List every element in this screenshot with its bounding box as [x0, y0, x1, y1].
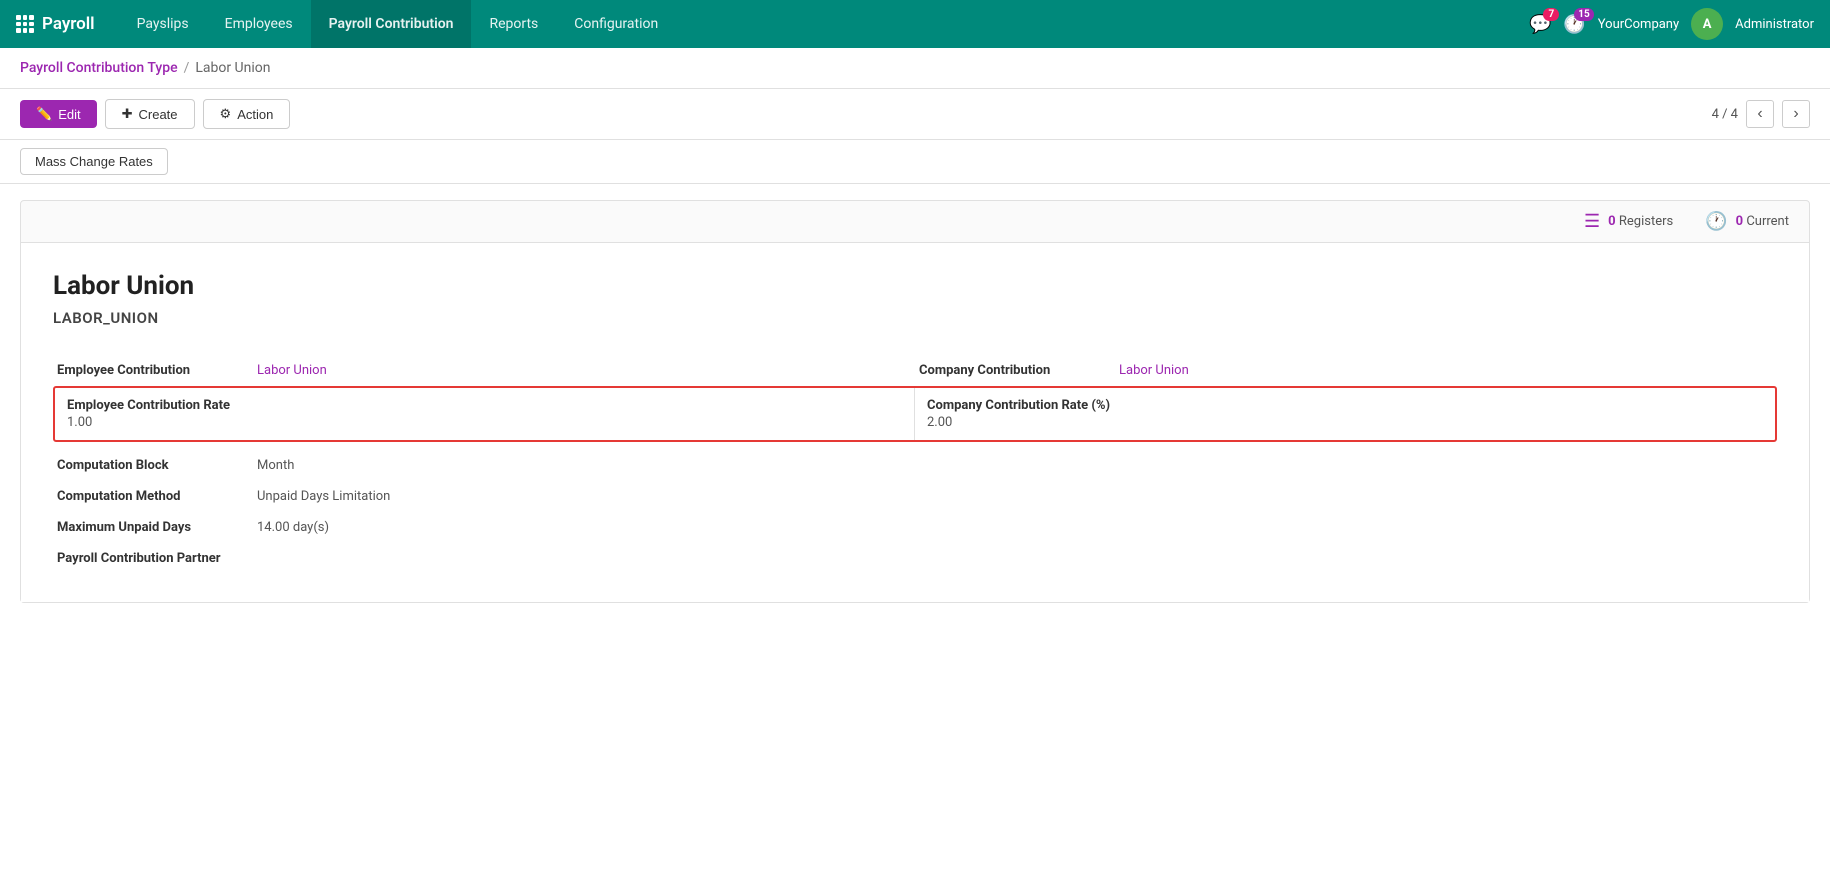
- remaining-fields-table: Computation Block Month Computation Meth…: [53, 450, 1777, 574]
- user-name[interactable]: Administrator: [1735, 17, 1814, 32]
- payroll-partner-label: Payroll Contribution Partner: [53, 543, 253, 574]
- max-unpaid-value: 14.00 day(s): [253, 512, 1506, 543]
- company-contribution-label: Company Contribution: [915, 355, 1115, 386]
- contribution-rates-box: Employee Contribution Rate 1.00 Company …: [53, 386, 1777, 442]
- computation-method-value: Unpaid Days Limitation: [253, 481, 1506, 512]
- contribution-header-row: Employee Contribution Labor Union Compan…: [53, 355, 1777, 386]
- company-rate-label: Company Contribution Rate (%): [927, 398, 1763, 413]
- mass-change-rates-button[interactable]: Mass Change Rates: [20, 148, 168, 175]
- edit-button[interactable]: ✏️ Edit: [20, 100, 97, 128]
- app-logo[interactable]: Payroll: [16, 14, 95, 34]
- list-icon: ☰: [1584, 211, 1600, 232]
- employee-contribution-value[interactable]: Labor Union: [253, 355, 915, 386]
- company-rate-cell: Company Contribution Rate (%) 2.00: [915, 388, 1775, 440]
- fields-table: Employee Contribution Labor Union Compan…: [53, 355, 1777, 386]
- create-button[interactable]: ✚ Create: [105, 99, 195, 129]
- computation-block-label: Computation Block: [53, 450, 253, 481]
- record-code: LABOR_UNION: [53, 309, 1777, 327]
- registers-text: 0 Registers: [1608, 214, 1673, 229]
- max-unpaid-row: Maximum Unpaid Days 14.00 day(s): [53, 512, 1777, 543]
- top-navigation: Payroll Payslips Employees Payroll Contr…: [0, 0, 1830, 48]
- breadcrumb-parent[interactable]: Payroll Contribution Type: [20, 60, 178, 76]
- sub-toolbar: Mass Change Rates: [0, 140, 1830, 184]
- avatar[interactable]: A: [1691, 8, 1723, 40]
- record-card: ☰ 0 Registers 🕐 0 Current Labor Union LA…: [20, 200, 1810, 603]
- current-stat[interactable]: 🕐 0 Current: [1705, 211, 1789, 232]
- computation-block-value: Month: [253, 450, 1506, 481]
- top-right-actions: 💬 7 🕐 15 YourCompany A Administrator: [1529, 8, 1814, 40]
- menu-payroll-contribution[interactable]: Payroll Contribution: [311, 0, 472, 48]
- contribution-rates-inner: Employee Contribution Rate 1.00 Company …: [55, 388, 1775, 440]
- computation-method-row: Computation Method Unpaid Days Limitatio…: [53, 481, 1777, 512]
- next-page-button[interactable]: ›: [1782, 100, 1810, 128]
- max-unpaid-label: Maximum Unpaid Days: [53, 512, 253, 543]
- breadcrumb-separator: /: [184, 60, 190, 76]
- chat-notifications[interactable]: 💬 7: [1529, 14, 1551, 35]
- company-name[interactable]: YourCompany: [1598, 17, 1679, 32]
- prev-page-button[interactable]: ‹: [1746, 100, 1774, 128]
- record-title: Labor Union: [53, 271, 1777, 301]
- employee-rate-value: 1.00: [67, 415, 902, 430]
- chat-count: 7: [1543, 8, 1559, 21]
- current-text: 0 Current: [1736, 214, 1789, 229]
- menu-payslips[interactable]: Payslips: [119, 0, 207, 48]
- user-initial: A: [1703, 17, 1712, 32]
- menu-reports[interactable]: Reports: [471, 0, 556, 48]
- main-menu: Payslips Employees Payroll Contribution …: [119, 0, 1521, 48]
- employee-contribution-label: Employee Contribution: [53, 355, 253, 386]
- clock-stat-icon: 🕐: [1705, 211, 1727, 232]
- action-button[interactable]: ⚙ Action: [203, 99, 291, 129]
- company-rate-value: 2.00: [927, 415, 1763, 430]
- page-content: Payroll Contribution Type / Labor Union …: [0, 48, 1830, 884]
- computation-block-row: Computation Block Month: [53, 450, 1777, 481]
- breadcrumb-current: Labor Union: [195, 60, 270, 76]
- form-content: Labor Union LABOR_UNION Employee Contrib…: [21, 243, 1809, 602]
- pagination-text: 4 / 4: [1712, 107, 1738, 122]
- payroll-partner-row: Payroll Contribution Partner: [53, 543, 1777, 574]
- pagination: 4 / 4 ‹ ›: [1712, 100, 1810, 128]
- activity-count: 15: [1574, 8, 1593, 21]
- payroll-partner-value: [253, 543, 1506, 574]
- employee-rate-label: Employee Contribution Rate: [67, 398, 902, 413]
- activity-notifications[interactable]: 🕐 15: [1563, 14, 1585, 35]
- registers-stat[interactable]: ☰ 0 Registers: [1584, 211, 1673, 232]
- menu-employees[interactable]: Employees: [207, 0, 311, 48]
- app-name: Payroll: [42, 14, 95, 34]
- action-toolbar: ✏️ Edit ✚ Create ⚙ Action 4 / 4 ‹ ›: [0, 89, 1830, 140]
- plus-icon: ✚: [122, 106, 133, 122]
- grid-icon: [16, 15, 34, 33]
- computation-method-label: Computation Method: [53, 481, 253, 512]
- menu-configuration[interactable]: Configuration: [556, 0, 676, 48]
- gear-icon: ⚙: [220, 106, 232, 122]
- stats-bar: ☰ 0 Registers 🕐 0 Current: [21, 201, 1809, 243]
- employee-rate-cell: Employee Contribution Rate 1.00: [55, 388, 915, 440]
- company-contribution-value[interactable]: Labor Union: [1115, 355, 1777, 386]
- edit-icon: ✏️: [36, 106, 52, 122]
- breadcrumb: Payroll Contribution Type / Labor Union: [0, 48, 1830, 89]
